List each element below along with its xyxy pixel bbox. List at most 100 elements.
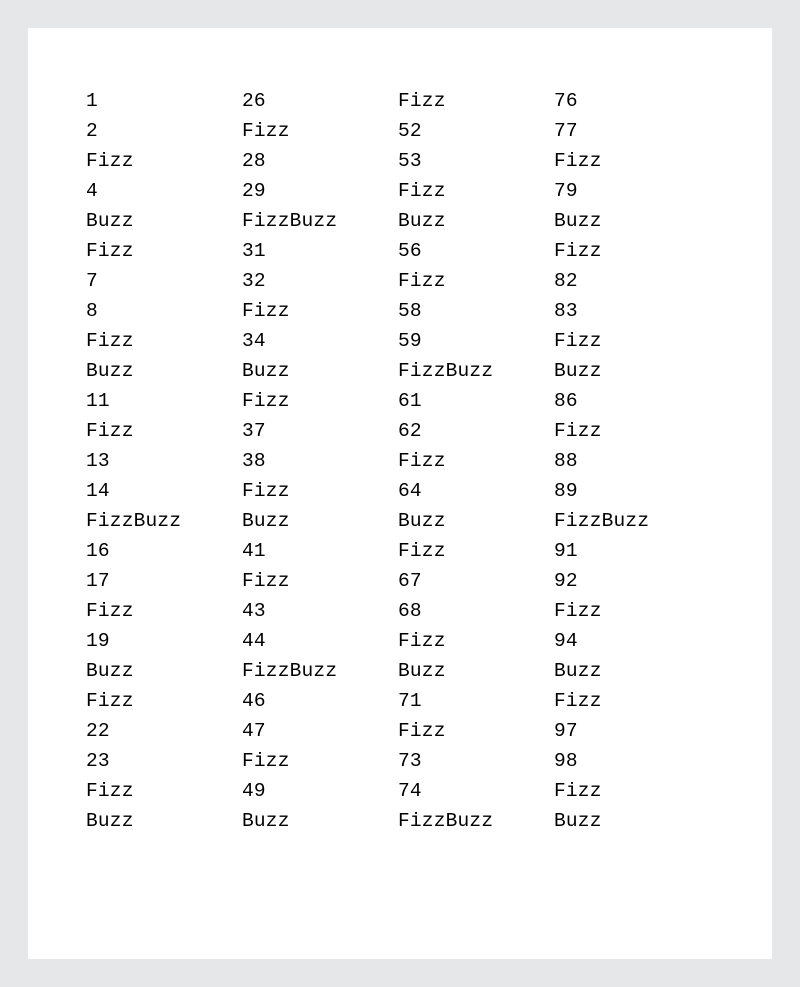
list-item: Fizz <box>242 296 398 326</box>
list-item: 41 <box>242 536 398 566</box>
list-item: 44 <box>242 626 398 656</box>
list-item: FizzBuzz <box>242 656 398 686</box>
column-2: 26 Fizz 28 29 FizzBuzz 31 32 Fizz 34 Buz… <box>242 86 398 836</box>
list-item: Fizz <box>398 86 554 116</box>
list-item: Buzz <box>242 806 398 836</box>
list-item: 82 <box>554 266 710 296</box>
list-item: 73 <box>398 746 554 776</box>
list-item: 16 <box>86 536 242 566</box>
list-item: 17 <box>86 566 242 596</box>
list-item: Buzz <box>242 506 398 536</box>
list-item: FizzBuzz <box>398 806 554 836</box>
list-item: 29 <box>242 176 398 206</box>
list-item: 68 <box>398 596 554 626</box>
list-item: 46 <box>242 686 398 716</box>
list-item: 23 <box>86 746 242 776</box>
fizzbuzz-columns: 1 2 Fizz 4 Buzz Fizz 7 8 Fizz Buzz 11 Fi… <box>86 86 714 836</box>
list-item: Buzz <box>86 806 242 836</box>
list-item: 64 <box>398 476 554 506</box>
list-item: Fizz <box>398 626 554 656</box>
list-item: Fizz <box>554 236 710 266</box>
list-item: Fizz <box>86 776 242 806</box>
list-item: 83 <box>554 296 710 326</box>
list-item: 52 <box>398 116 554 146</box>
list-item: 97 <box>554 716 710 746</box>
list-item: Fizz <box>398 716 554 746</box>
list-item: 56 <box>398 236 554 266</box>
list-item: Fizz <box>86 236 242 266</box>
list-item: Fizz <box>554 416 710 446</box>
list-item: 62 <box>398 416 554 446</box>
list-item: 58 <box>398 296 554 326</box>
list-item: Fizz <box>242 746 398 776</box>
list-item: 13 <box>86 446 242 476</box>
list-item: 94 <box>554 626 710 656</box>
list-item: Buzz <box>554 356 710 386</box>
list-item: 37 <box>242 416 398 446</box>
column-3: Fizz 52 53 Fizz Buzz 56 Fizz 58 59 FizzB… <box>398 86 554 836</box>
list-item: 76 <box>554 86 710 116</box>
list-item: Buzz <box>554 206 710 236</box>
list-item: Fizz <box>398 176 554 206</box>
list-item: Fizz <box>242 566 398 596</box>
list-item: 32 <box>242 266 398 296</box>
list-item: Fizz <box>554 686 710 716</box>
document-page: 1 2 Fizz 4 Buzz Fizz 7 8 Fizz Buzz 11 Fi… <box>28 28 772 959</box>
column-4: 76 77 Fizz 79 Buzz Fizz 82 83 Fizz Buzz … <box>554 86 710 836</box>
list-item: Fizz <box>86 146 242 176</box>
list-item: 4 <box>86 176 242 206</box>
list-item: FizzBuzz <box>398 356 554 386</box>
list-item: Fizz <box>398 536 554 566</box>
list-item: 38 <box>242 446 398 476</box>
list-item: Buzz <box>242 356 398 386</box>
list-item: FizzBuzz <box>242 206 398 236</box>
list-item: 98 <box>554 746 710 776</box>
list-item: 43 <box>242 596 398 626</box>
list-item: Buzz <box>398 206 554 236</box>
list-item: 53 <box>398 146 554 176</box>
list-item: 92 <box>554 566 710 596</box>
list-item: Fizz <box>242 116 398 146</box>
list-item: Fizz <box>86 596 242 626</box>
list-item: 86 <box>554 386 710 416</box>
list-item: 49 <box>242 776 398 806</box>
list-item: 59 <box>398 326 554 356</box>
list-item: 31 <box>242 236 398 266</box>
list-item: 89 <box>554 476 710 506</box>
list-item: Buzz <box>398 656 554 686</box>
list-item: 28 <box>242 146 398 176</box>
list-item: 8 <box>86 296 242 326</box>
list-item: 22 <box>86 716 242 746</box>
list-item: Fizz <box>398 446 554 476</box>
list-item: 88 <box>554 446 710 476</box>
list-item: 67 <box>398 566 554 596</box>
list-item: 26 <box>242 86 398 116</box>
column-1: 1 2 Fizz 4 Buzz Fizz 7 8 Fizz Buzz 11 Fi… <box>86 86 242 836</box>
list-item: Buzz <box>86 206 242 236</box>
list-item: Fizz <box>86 326 242 356</box>
list-item: 34 <box>242 326 398 356</box>
list-item: FizzBuzz <box>86 506 242 536</box>
list-item: Fizz <box>242 386 398 416</box>
list-item: 47 <box>242 716 398 746</box>
list-item: Buzz <box>554 656 710 686</box>
list-item: 7 <box>86 266 242 296</box>
list-item: Fizz <box>554 326 710 356</box>
list-item: Fizz <box>554 596 710 626</box>
list-item: 2 <box>86 116 242 146</box>
list-item: Buzz <box>554 806 710 836</box>
list-item: Fizz <box>554 776 710 806</box>
list-item: 14 <box>86 476 242 506</box>
list-item: 77 <box>554 116 710 146</box>
list-item: Fizz <box>554 146 710 176</box>
list-item: 74 <box>398 776 554 806</box>
list-item: 71 <box>398 686 554 716</box>
list-item: 1 <box>86 86 242 116</box>
list-item: FizzBuzz <box>554 506 710 536</box>
list-item: Fizz <box>86 416 242 446</box>
list-item: Fizz <box>86 686 242 716</box>
list-item: 11 <box>86 386 242 416</box>
list-item: Buzz <box>86 656 242 686</box>
list-item: Buzz <box>86 356 242 386</box>
list-item: 79 <box>554 176 710 206</box>
